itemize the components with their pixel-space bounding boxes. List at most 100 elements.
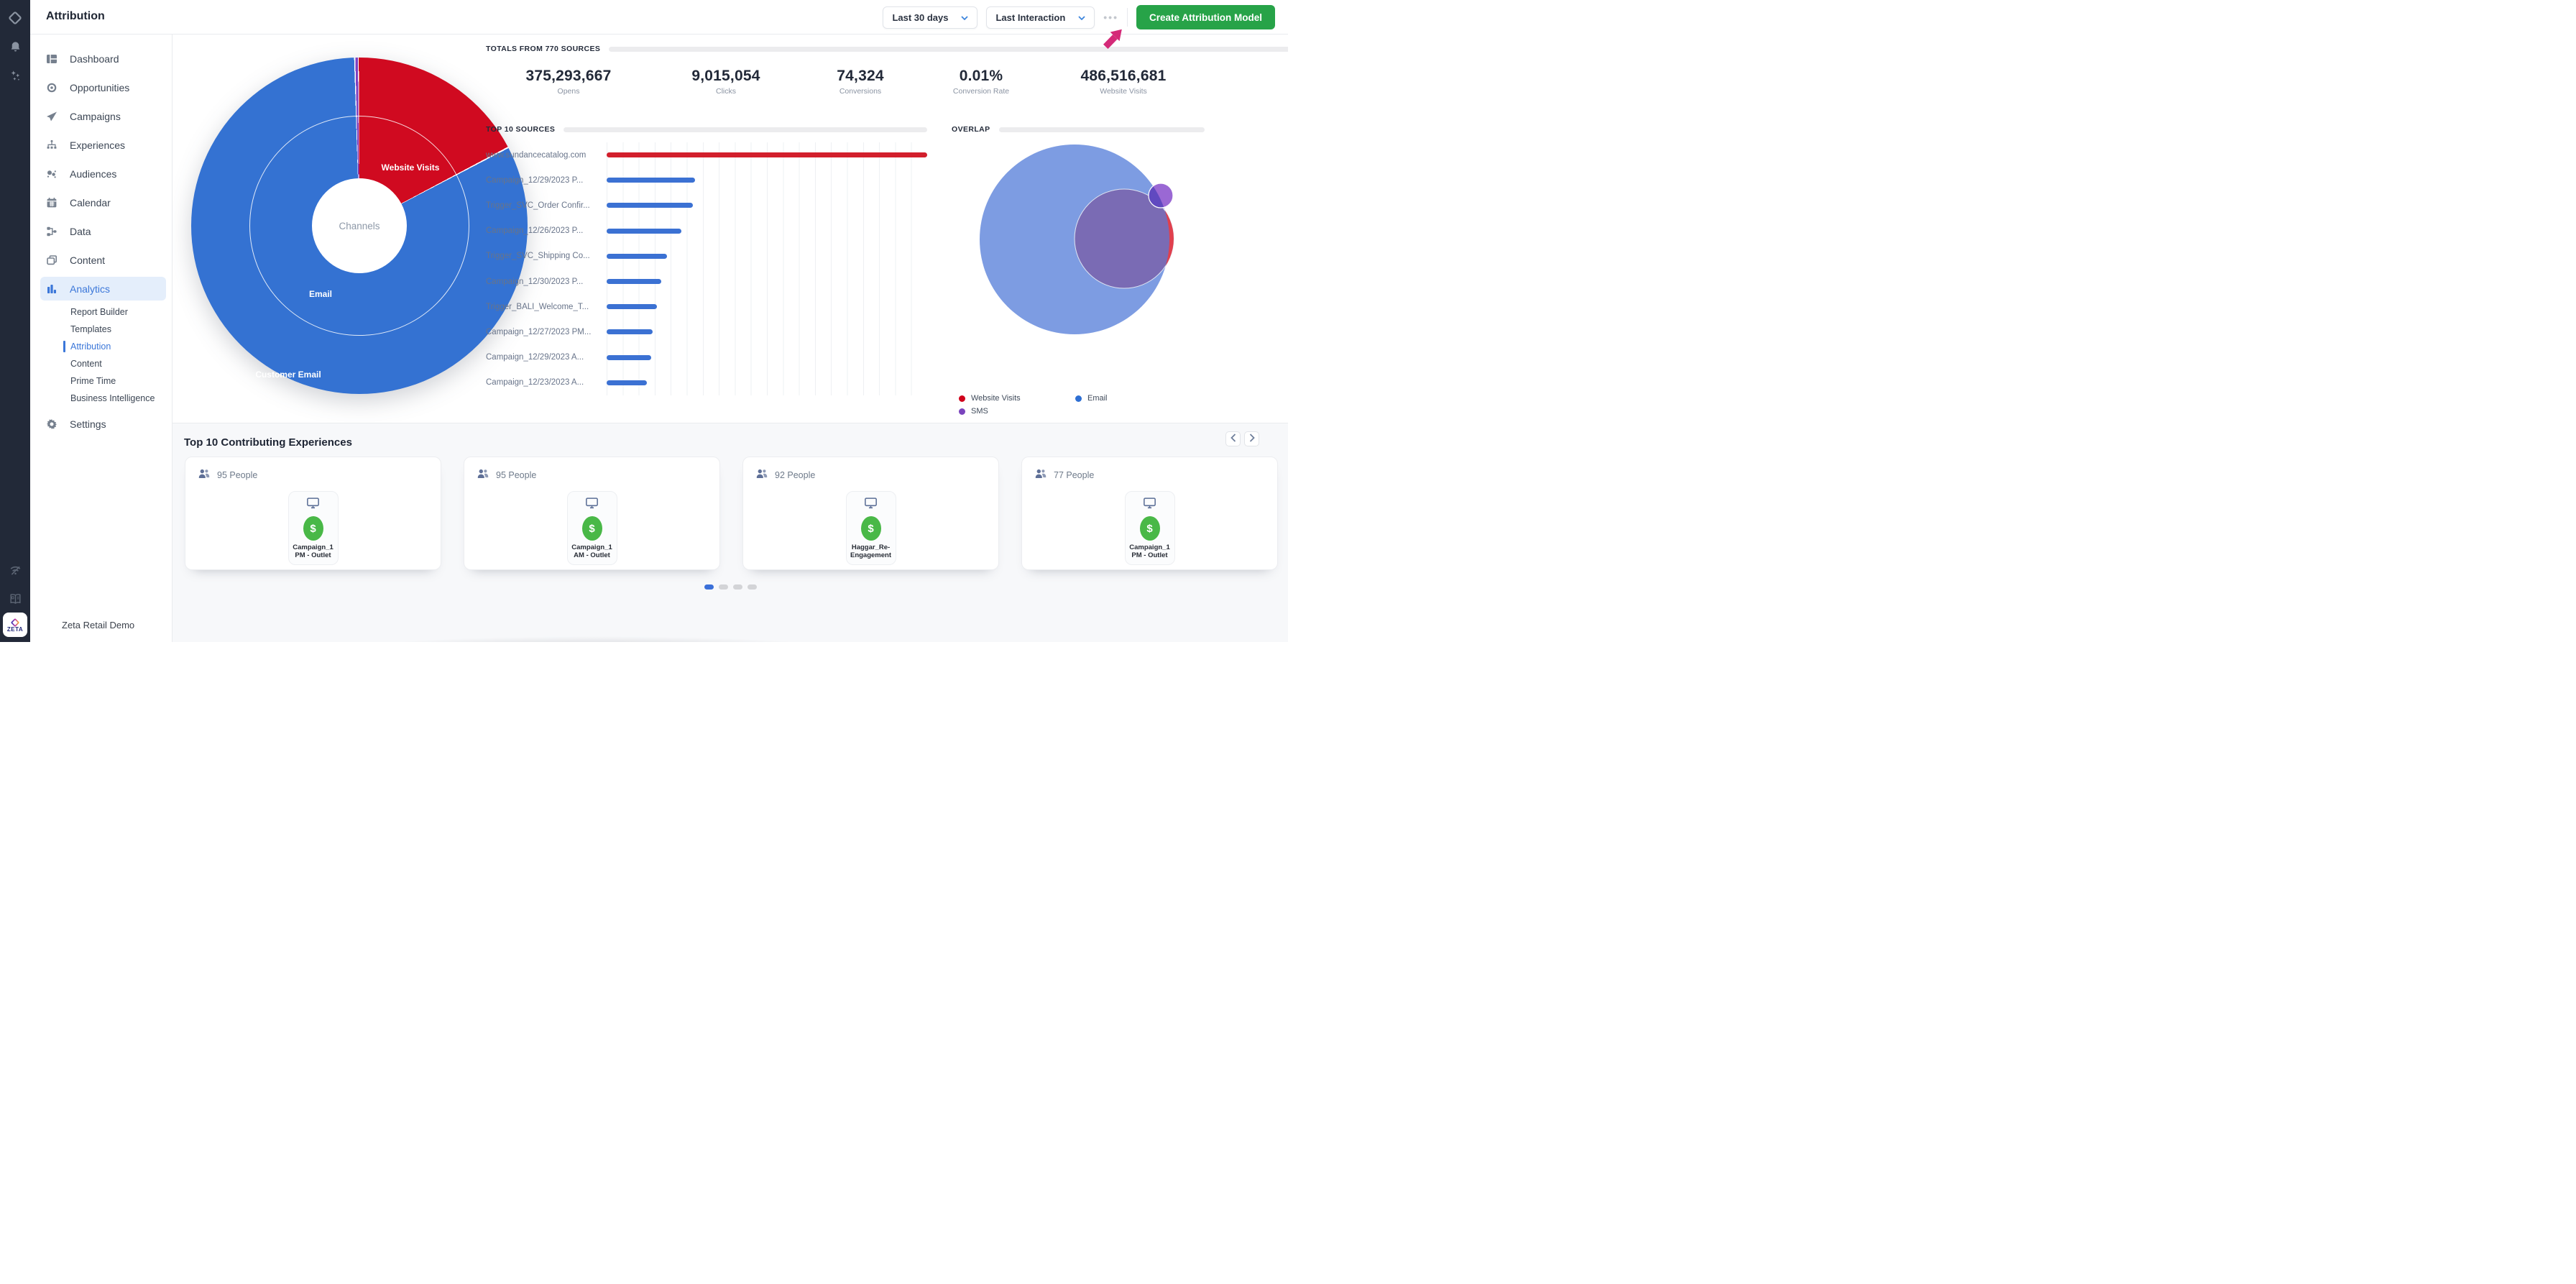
carousel-prev-button[interactable] bbox=[1225, 431, 1241, 446]
conversion-dollar-icon: $ bbox=[303, 516, 323, 541]
overlap-heading: OVERLAP bbox=[952, 125, 990, 134]
source-row: Trigger_BALI_Welcome_T... bbox=[486, 294, 927, 319]
source-bar[interactable] bbox=[607, 254, 667, 259]
zeta-logo[interactable]: ZETA bbox=[3, 613, 27, 637]
totals-section-header: TOTALS FROM 770 SOURCES bbox=[486, 45, 1288, 53]
app-rail: ZETA bbox=[0, 0, 30, 642]
source-bar[interactable] bbox=[607, 279, 661, 284]
sidebar-item-campaigns[interactable]: Campaigns bbox=[30, 102, 166, 131]
experience-node[interactable]: $ Campaign_1 PM - Outlet bbox=[1125, 491, 1175, 565]
source-link[interactable]: Campaign_12/27/2023 PM... bbox=[486, 328, 591, 336]
attribution-model-dropdown[interactable]: Last Interaction bbox=[986, 6, 1095, 29]
zeta-diamond-icon[interactable] bbox=[0, 7, 30, 29]
totals-header-track bbox=[609, 47, 1288, 52]
sidebar-item-settings[interactable]: Settings bbox=[30, 410, 166, 439]
sidebar-item-dashboard[interactable]: Dashboard bbox=[30, 45, 166, 73]
monitor-icon bbox=[306, 497, 320, 513]
carousel-dot-2[interactable] bbox=[719, 584, 728, 590]
experience-node-label: Haggar_Re-Engagement bbox=[849, 544, 893, 560]
sidebar-subitem-content[interactable]: Content bbox=[30, 355, 166, 372]
experience-card-2[interactable]: 95 People $ Campaign_1 AM - Outlet bbox=[464, 457, 720, 570]
source-bar[interactable] bbox=[607, 152, 927, 157]
experience-node[interactable]: $ Campaign_1 PM - Outlet bbox=[288, 491, 339, 565]
date-range-value: Last 30 days bbox=[892, 12, 948, 23]
sidebar-subitem-attribution[interactable]: Attribution bbox=[30, 338, 166, 355]
sidebar-item-audiences[interactable]: Audiences bbox=[30, 160, 166, 188]
attribution-dashboard: ZETA Attribution Last 30 days Last Inter… bbox=[0, 0, 1288, 642]
chevron-left-icon bbox=[1230, 433, 1236, 446]
totals-stats-row: 375,293,667 Opens 9,015,054 Clicks 74,32… bbox=[486, 68, 1205, 96]
overlap-venn-diagram[interactable] bbox=[952, 141, 1216, 354]
sunburst-center: Channels bbox=[312, 178, 407, 273]
stat-conversion-rate: 0.01% Conversion Rate bbox=[920, 68, 1042, 96]
sidebar-item-calendar[interactable]: Calendar bbox=[30, 188, 166, 217]
conversion-dollar-icon: $ bbox=[582, 516, 602, 541]
sidebar-subitem-report-builder[interactable]: Report Builder bbox=[30, 303, 166, 321]
source-bar[interactable] bbox=[607, 329, 653, 334]
legend-email[interactable]: Email bbox=[1075, 394, 1108, 403]
experience-node[interactable]: $ Haggar_Re-Engagement bbox=[846, 491, 896, 565]
source-link[interactable]: Trigger_BALI_Welcome_T... bbox=[486, 303, 591, 311]
source-link[interactable]: Trigger_SVC_Shipping Co... bbox=[486, 252, 591, 260]
source-link[interactable]: Campaign_12/23/2023 A... bbox=[486, 378, 591, 387]
source-link[interactable]: Trigger_SVC_Order Confir... bbox=[486, 201, 591, 210]
chevron-down-icon bbox=[961, 11, 968, 24]
top-sources-heading: TOP 10 SOURCES bbox=[486, 125, 555, 134]
sidebar-subitem-business-intelligence[interactable]: Business Intelligence bbox=[30, 390, 166, 407]
carousel-dot-3[interactable] bbox=[733, 584, 742, 590]
top-header: Attribution Last 30 days Last Interactio… bbox=[30, 0, 1288, 35]
target-icon bbox=[45, 81, 58, 94]
calendar-icon bbox=[45, 196, 58, 209]
bell-icon[interactable] bbox=[0, 36, 30, 58]
experience-node[interactable]: $ Campaign_1 AM - Outlet bbox=[567, 491, 617, 565]
source-row: Campaign_12/30/2023 P... bbox=[486, 269, 927, 294]
source-link[interactable]: Campaign_12/29/2023 A... bbox=[486, 353, 591, 362]
source-bar[interactable] bbox=[607, 203, 693, 208]
workspace-name[interactable]: Zeta Retail Demo bbox=[62, 620, 134, 630]
experience-card-3[interactable]: 92 People $ Haggar_Re-Engagement bbox=[742, 457, 999, 570]
source-bar[interactable] bbox=[607, 380, 647, 385]
stat-clicks: 9,015,054 Clicks bbox=[651, 68, 801, 96]
channels-sunburst-chart[interactable]: Website Visits Email Customer Email Chan… bbox=[191, 58, 528, 394]
source-bar[interactable] bbox=[607, 178, 695, 183]
people-icon bbox=[198, 468, 211, 482]
monitor-icon bbox=[864, 497, 878, 513]
source-link[interactable]: www.sundancecatalog.com bbox=[486, 151, 591, 160]
people-count: 77 People bbox=[1054, 470, 1094, 480]
source-bar[interactable] bbox=[607, 229, 681, 234]
legend-sms[interactable]: SMS bbox=[959, 407, 988, 416]
sidebar-item-analytics[interactable]: Analytics bbox=[40, 277, 166, 301]
carousel-dot-4[interactable] bbox=[748, 584, 757, 590]
legend-website-visits[interactable]: Website Visits bbox=[959, 394, 1021, 403]
bar-chart-icon bbox=[45, 283, 58, 295]
more-options-button[interactable]: ••• bbox=[1103, 12, 1118, 23]
sidebar-item-content[interactable]: Content bbox=[30, 246, 166, 275]
source-link[interactable]: Campaign_12/29/2023 P... bbox=[486, 176, 591, 185]
sidebar-subitem-prime-time[interactable]: Prime Time bbox=[30, 372, 166, 390]
create-attribution-model-button[interactable]: Create Attribution Model bbox=[1136, 5, 1275, 29]
chevron-down-icon bbox=[1078, 11, 1085, 24]
experience-card-1[interactable]: 95 People $ Campaign_1 PM - Outlet bbox=[185, 457, 441, 570]
source-row: Trigger_SVC_Order Confir... bbox=[486, 193, 927, 218]
sidebar-item-data[interactable]: Data bbox=[30, 217, 166, 246]
source-bar[interactable] bbox=[607, 355, 651, 360]
carousel-next-button[interactable] bbox=[1244, 431, 1259, 446]
top-sources-header-track bbox=[564, 127, 927, 132]
sparkles-icon[interactable] bbox=[0, 65, 30, 86]
signal-slash-icon[interactable] bbox=[0, 559, 30, 581]
stat-website-visits: 486,516,681 Website Visits bbox=[1042, 68, 1205, 96]
carousel-pagination bbox=[172, 584, 1288, 590]
people-icon bbox=[477, 468, 489, 482]
people-count: 92 People bbox=[775, 470, 815, 480]
carousel-dot-1[interactable] bbox=[704, 584, 714, 590]
date-range-dropdown[interactable]: Last 30 days bbox=[883, 6, 978, 29]
sidebar-item-experiences[interactable]: Experiences bbox=[30, 131, 166, 160]
sidebar-item-opportunities[interactable]: Opportunities bbox=[30, 73, 166, 102]
source-link[interactable]: Campaign_12/30/2023 P... bbox=[486, 278, 591, 286]
source-bar[interactable] bbox=[607, 304, 657, 309]
book-icon[interactable] bbox=[0, 588, 30, 610]
sidebar-subitem-templates[interactable]: Templates bbox=[30, 321, 166, 338]
source-link[interactable]: Campaign_12/26/2023 P... bbox=[486, 226, 591, 235]
conversion-dollar-icon: $ bbox=[861, 516, 881, 541]
experience-card-4[interactable]: 77 People $ Campaign_1 PM - Outlet bbox=[1021, 457, 1278, 570]
